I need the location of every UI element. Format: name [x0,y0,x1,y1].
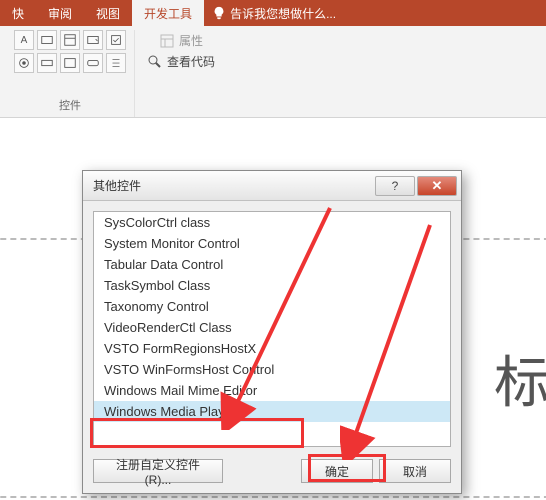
slide-title-text: 标 [494,338,546,419]
properties-button[interactable]: 属性 [155,30,207,51]
controls-group-label: 控件 [59,97,81,117]
properties-icon [159,33,175,49]
controls-listbox[interactable]: SysColorCtrl class System Monitor Contro… [93,211,451,447]
label-control-button[interactable] [37,30,57,50]
ribbon-tabs: 快 审阅 视图 开发工具 告诉我您想做什么... [0,0,546,26]
ok-button[interactable]: 确定 [301,459,373,483]
tab-developer[interactable]: 开发工具 [132,0,204,26]
togglebutton-control-button[interactable] [37,53,57,73]
optionbutton-control-button[interactable] [14,53,34,73]
list-item[interactable]: SysColorCtrl class [94,212,450,233]
controls-group: A 控件 [6,30,135,117]
list-item[interactable]: Tabular Data Control [94,254,450,275]
register-custom-control-button[interactable]: 注册自定义控件(R)... [93,459,223,483]
tell-me-search[interactable]: 告诉我您想做什么... [204,0,344,26]
commandbutton-control-button[interactable] [83,53,103,73]
more-controls-dialog: 其他控件 ? ✕ SysColorCtrl class System Monit… [82,170,462,494]
code-group: 属性 查看代码 [135,30,227,117]
cancel-button[interactable]: 取消 [379,459,451,483]
list-item[interactable]: System Monitor Control [94,233,450,254]
tab-quick[interactable]: 快 [0,0,36,26]
view-code-button[interactable]: 查看代码 [143,51,219,72]
list-item-selected[interactable]: Windows Media Player [94,401,450,422]
listbox-control-button[interactable] [60,30,80,50]
bulb-icon [212,6,226,20]
list-item[interactable]: VideoRenderCtl Class [94,317,450,338]
dialog-close-button[interactable]: ✕ [417,176,457,196]
dialog-button-row: 注册自定义控件(R)... 确定 取消 [83,453,461,493]
tell-me-text: 告诉我您想做什么... [230,5,336,22]
textbox-control-button[interactable]: A [14,30,34,50]
view-code-icon [147,54,163,70]
list-item[interactable]: VSTO WinFormsHost Control [94,359,450,380]
list-item[interactable]: Windows Mail Mime Editor [94,380,450,401]
tab-view[interactable]: 视图 [84,0,132,26]
frame-control-button[interactable] [60,53,80,73]
more-controls-button[interactable] [106,53,126,73]
tab-review[interactable]: 审阅 [36,0,84,26]
checkbox-control-button[interactable] [106,30,126,50]
list-item[interactable]: VSTO FormRegionsHostX [94,338,450,359]
dialog-title: 其他控件 [93,177,373,194]
combobox-control-button[interactable] [83,30,103,50]
ribbon-body: A 控件 属性 查看代码 [0,26,546,118]
dialog-titlebar[interactable]: 其他控件 ? ✕ [83,171,461,201]
list-item[interactable]: Taxonomy Control [94,296,450,317]
list-item[interactable]: TaskSymbol Class [94,275,450,296]
dialog-help-button[interactable]: ? [375,176,415,196]
